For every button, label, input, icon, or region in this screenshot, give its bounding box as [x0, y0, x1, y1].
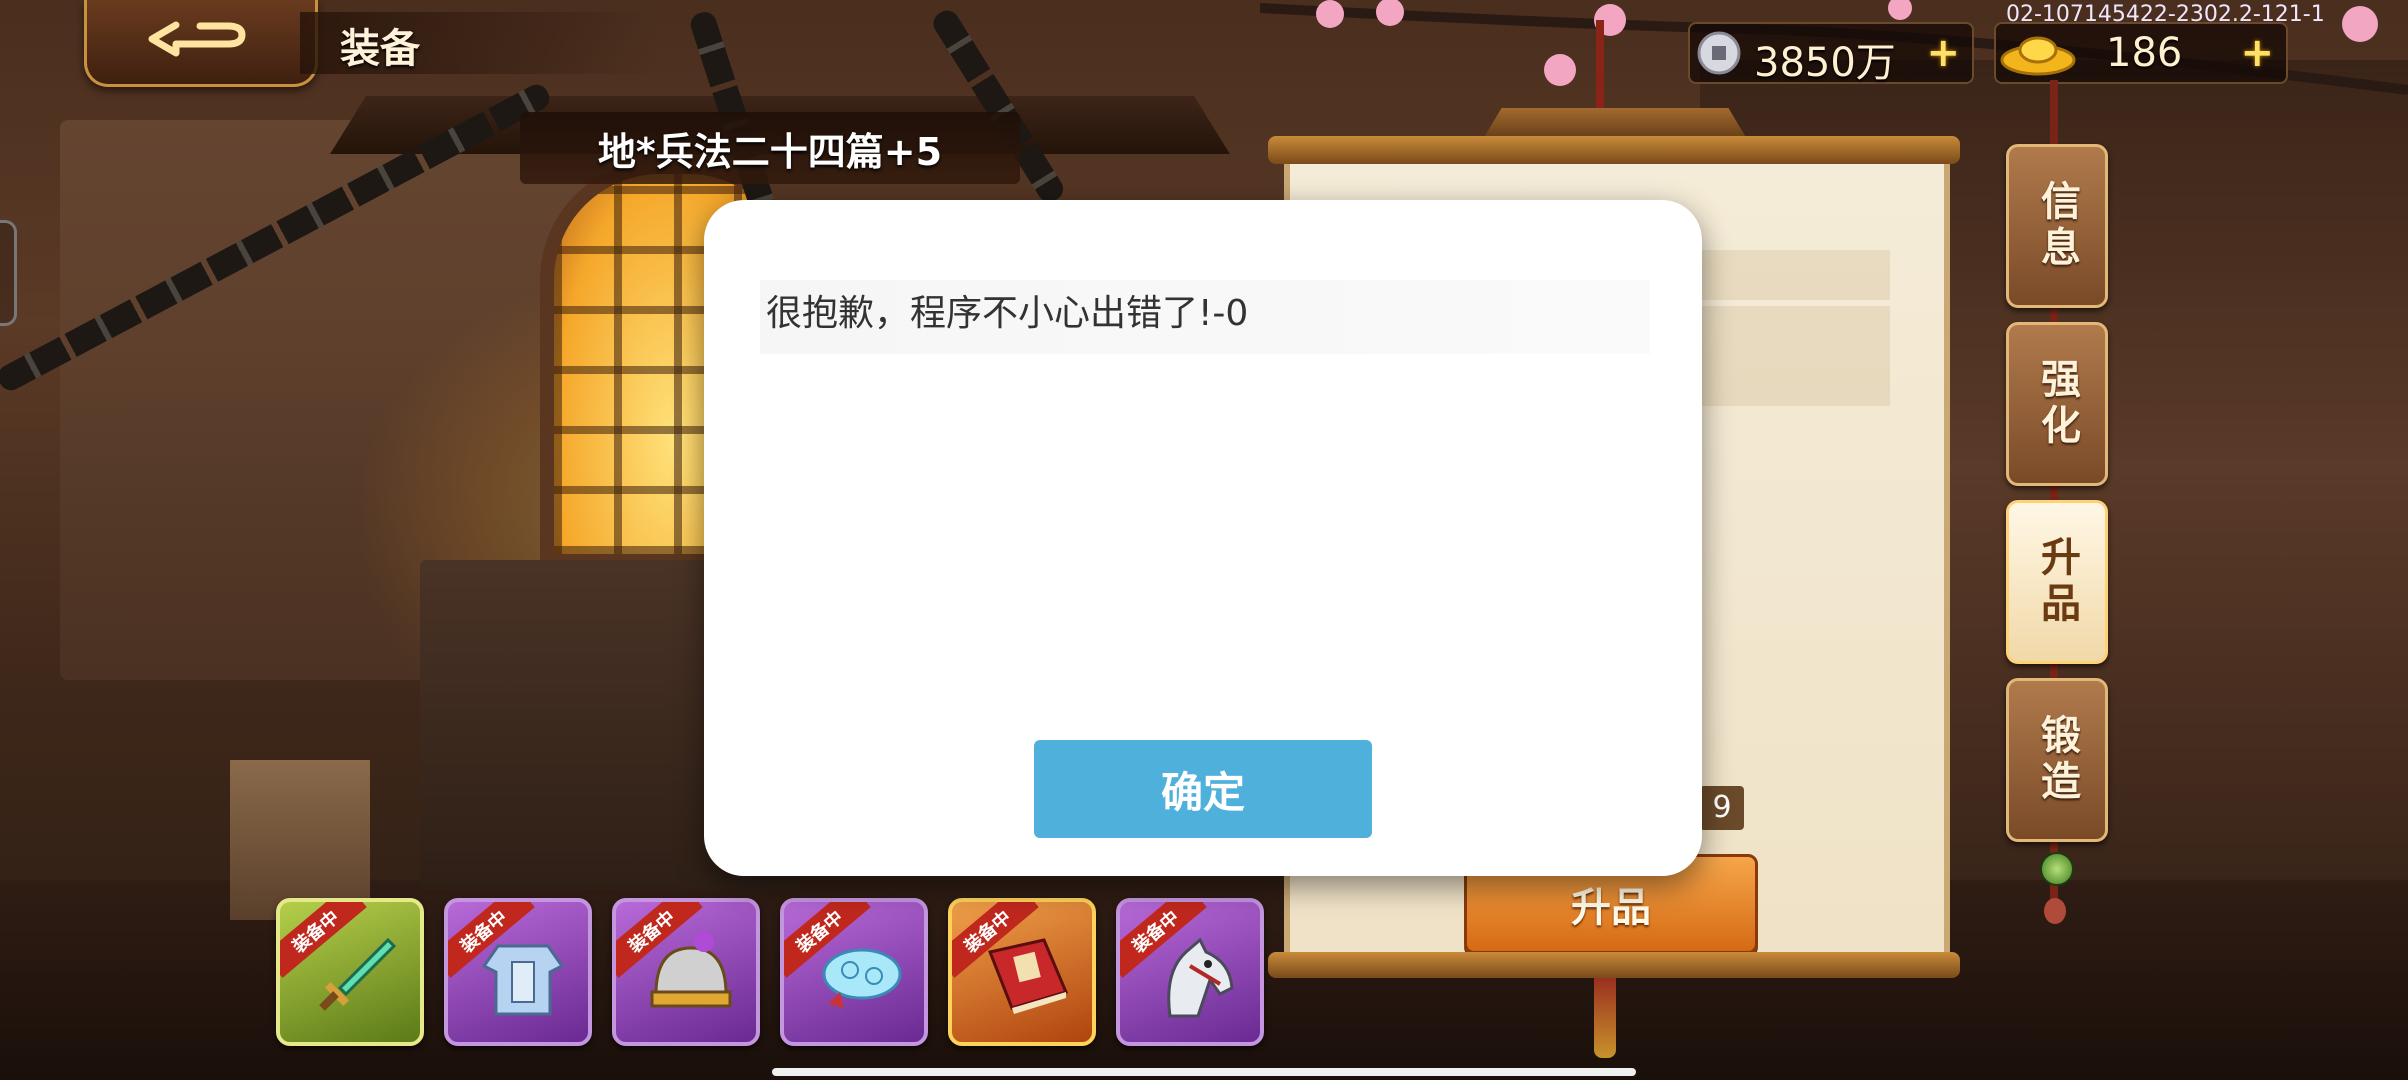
sword-icon [319, 937, 397, 1011]
back-button[interactable] [84, 0, 318, 87]
jade-charm-icon [2040, 852, 2074, 886]
cloud-icon [822, 948, 902, 1008]
error-message: 很抱歉，程序不小心出错了!-0 [766, 293, 1249, 334]
gold-currency: 186 + [1994, 22, 2288, 84]
error-dialog: 很抱歉，程序不小心出错了!-0 确定 [704, 200, 1702, 876]
page-title: 装备 [340, 26, 420, 72]
silver-amount: 3850万 [1754, 40, 1896, 86]
cost-tag: 9 [1700, 786, 1744, 830]
confirm-button[interactable]: 确定 [1034, 740, 1372, 838]
tab-info-label: 信息 [2034, 180, 2080, 272]
gold-amount: 186 [2106, 30, 2183, 76]
silver-coin-icon [1697, 31, 1741, 75]
helmet-icon [650, 932, 732, 1008]
tab-forge-label: 锻造 [2034, 714, 2080, 806]
equip-slot-armor[interactable]: 装备中 [444, 898, 592, 1046]
scroll-rod-top [1268, 136, 1960, 164]
equip-slot-weapon[interactable]: 装备中 [276, 898, 424, 1046]
tab-enhance[interactable]: 强化 [2006, 322, 2108, 486]
silver-currency: 3850万 + [1688, 22, 1974, 86]
forge-crate [230, 760, 370, 920]
gold-ingot-icon [2000, 36, 2076, 76]
tab-info[interactable]: 信息 [2006, 144, 2108, 308]
item-name: 地*兵法二十四篇+5 [597, 129, 943, 174]
tab-enhance-label: 强化 [2034, 358, 2080, 450]
scroll-tassel [1594, 978, 1616, 1058]
edge-handle [0, 220, 17, 326]
build-id: 02-107145422-2302.2-121-1 [2006, 2, 2325, 27]
equip-slot-book[interactable]: 装备中 [948, 898, 1096, 1046]
horse-icon [1167, 937, 1234, 1018]
equip-slot-accessory[interactable]: 装备中 [780, 898, 928, 1046]
tab-forge[interactable]: 锻造 [2006, 678, 2108, 842]
armor-icon [481, 944, 565, 1016]
tab-upgrade[interactable]: 升品 [2006, 500, 2108, 664]
tab-upgrade-label: 升品 [2034, 536, 2080, 628]
charm-bead [2044, 898, 2066, 924]
back-arrow-icon [146, 17, 256, 67]
add-gold-button[interactable]: + [2240, 33, 2274, 73]
item-name-plate: 地*兵法二十四篇+5 [520, 112, 1020, 184]
upgrade-button-label: 升品 [1571, 885, 1651, 931]
equip-slot-mount[interactable]: 装备中 [1116, 898, 1264, 1046]
home-indicator[interactable] [772, 1068, 1636, 1076]
book-icon [987, 938, 1069, 1014]
add-silver-button[interactable]: + [1926, 33, 1960, 73]
confirm-button-label: 确定 [1160, 767, 1245, 817]
scroll-rod-bottom [1268, 952, 1960, 978]
equip-slot-helmet[interactable]: 装备中 [612, 898, 760, 1046]
